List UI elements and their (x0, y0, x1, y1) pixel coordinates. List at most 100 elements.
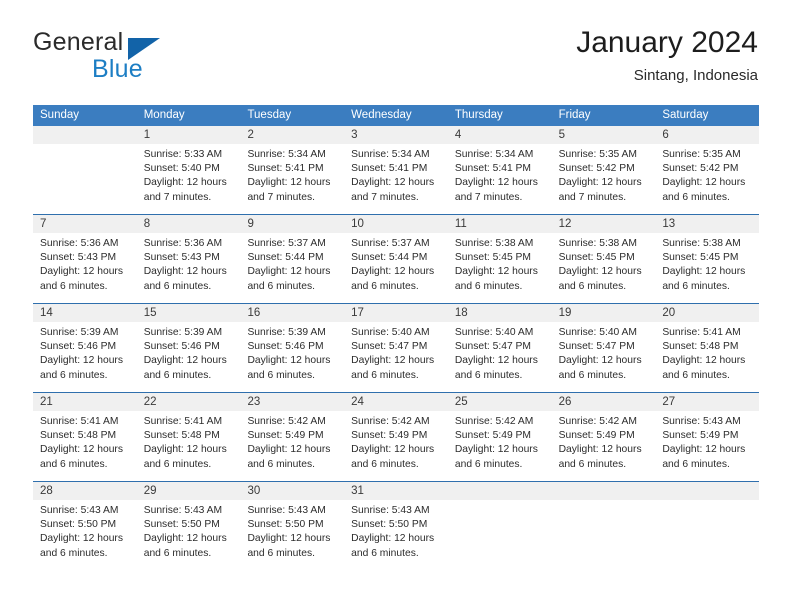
daylight-line-1: Daylight: 12 hours (351, 444, 435, 456)
day-info: Sunrise: 5:38 AM Sunset: 5:45 PM Dayligh… (552, 233, 656, 294)
sunrise-line: Sunrise: 5:38 AM (454, 238, 534, 249)
sunrise-line: Sunrise: 5:43 AM (143, 505, 223, 516)
daylight-line-2: and 6 minutes. (454, 458, 523, 470)
day-cell[interactable]: 9 Sunrise: 5:37 AM Sunset: 5:44 PM Dayli… (240, 215, 345, 303)
sunset-line: Sunset: 5:50 PM (247, 519, 324, 531)
day-cell[interactable]: 4 Sunrise: 5:34 AM Sunset: 5:41 PM Dayli… (447, 126, 552, 214)
day-number: 3 (344, 126, 448, 144)
day-info: Sunrise: 5:40 AM Sunset: 5:47 PM Dayligh… (344, 322, 448, 383)
daylight-line-2: and 6 minutes. (351, 547, 419, 559)
day-cell[interactable]: 23 Sunrise: 5:42 AM Sunset: 5:49 PM Dayl… (240, 393, 345, 481)
day-cell[interactable]: 29 Sunrise: 5:43 AM Sunset: 5:50 PM Dayl… (136, 482, 241, 570)
daylight-line-1: Daylight: 12 hours (558, 355, 642, 367)
day-cell[interactable]: 18 Sunrise: 5:40 AM Sunset: 5:47 PM Dayl… (447, 304, 552, 392)
day-cell[interactable]: 16 Sunrise: 5:39 AM Sunset: 5:46 PM Dayl… (240, 304, 345, 392)
sunrise-line: Sunrise: 5:36 AM (143, 238, 223, 249)
general-blue-logo: General Blue (33, 28, 233, 90)
sunset-line: Sunset: 5:50 PM (143, 519, 220, 531)
sunset-line: Sunset: 5:45 PM (558, 252, 635, 264)
sunset-line: Sunset: 5:41 PM (247, 163, 324, 175)
day-cell[interactable]: 25 Sunrise: 5:42 AM Sunset: 5:49 PM Dayl… (447, 393, 552, 481)
day-cell[interactable] (655, 482, 760, 570)
day-cell[interactable]: 21 Sunrise: 5:41 AM Sunset: 5:48 PM Dayl… (33, 393, 137, 481)
daylight-line-1: Daylight: 12 hours (143, 266, 227, 278)
daylight-line-1: Daylight: 12 hours (454, 177, 538, 189)
sunset-line: Sunset: 5:48 PM (662, 341, 739, 353)
daylight-line-1: Daylight: 12 hours (351, 266, 435, 278)
daylight-line-1: Daylight: 12 hours (454, 266, 538, 278)
day-number: 22 (136, 393, 241, 411)
day-number: 7 (33, 215, 137, 233)
daylight-line-1: Daylight: 12 hours (454, 444, 538, 456)
day-cell[interactable]: 26 Sunrise: 5:42 AM Sunset: 5:49 PM Dayl… (551, 393, 656, 481)
day-cell[interactable]: 31 Sunrise: 5:43 AM Sunset: 5:50 PM Dayl… (344, 482, 448, 570)
day-info: Sunrise: 5:33 AM Sunset: 5:40 PM Dayligh… (137, 144, 241, 205)
day-cell[interactable]: 24 Sunrise: 5:42 AM Sunset: 5:49 PM Dayl… (344, 393, 448, 481)
daylight-line-2: and 6 minutes. (662, 458, 730, 470)
day-cell[interactable]: 30 Sunrise: 5:43 AM Sunset: 5:50 PM Dayl… (240, 482, 345, 570)
day-info: Sunrise: 5:41 AM Sunset: 5:48 PM Dayligh… (655, 322, 759, 383)
day-cell[interactable]: 15 Sunrise: 5:39 AM Sunset: 5:46 PM Dayl… (136, 304, 241, 392)
sunrise-line: Sunrise: 5:39 AM (40, 327, 119, 338)
calendar-week-row: 7 Sunrise: 5:36 AM Sunset: 5:43 PM Dayli… (33, 214, 760, 303)
daylight-line-1: Daylight: 12 hours (40, 533, 123, 545)
day-cell[interactable]: 10 Sunrise: 5:37 AM Sunset: 5:44 PM Dayl… (344, 215, 448, 303)
sunrise-line: Sunrise: 5:39 AM (143, 327, 223, 338)
sunrise-line: Sunrise: 5:42 AM (454, 416, 534, 427)
day-cell[interactable]: 5 Sunrise: 5:35 AM Sunset: 5:42 PM Dayli… (551, 126, 656, 214)
day-cell[interactable]: 12 Sunrise: 5:38 AM Sunset: 5:45 PM Dayl… (551, 215, 656, 303)
day-cell[interactable]: 17 Sunrise: 5:40 AM Sunset: 5:47 PM Dayl… (344, 304, 448, 392)
day-info: Sunrise: 5:39 AM Sunset: 5:46 PM Dayligh… (33, 322, 137, 383)
day-cell[interactable]: 22 Sunrise: 5:41 AM Sunset: 5:48 PM Dayl… (136, 393, 241, 481)
day-cell[interactable]: 27 Sunrise: 5:43 AM Sunset: 5:49 PM Dayl… (655, 393, 760, 481)
daylight-line-1: Daylight: 12 hours (143, 533, 227, 545)
day-number: 18 (447, 304, 552, 322)
day-cell[interactable]: 3 Sunrise: 5:34 AM Sunset: 5:41 PM Dayli… (344, 126, 448, 214)
day-cell[interactable]: 19 Sunrise: 5:40 AM Sunset: 5:47 PM Dayl… (551, 304, 656, 392)
weekday-saturday: Saturday (662, 109, 709, 121)
day-info: Sunrise: 5:39 AM Sunset: 5:46 PM Dayligh… (240, 322, 344, 383)
day-number: 23 (240, 393, 345, 411)
day-number: 2 (240, 126, 345, 144)
sunrise-line: Sunrise: 5:42 AM (558, 416, 638, 427)
sunrise-line: Sunrise: 5:40 AM (558, 327, 638, 338)
day-cell[interactable]: 7 Sunrise: 5:36 AM Sunset: 5:43 PM Dayli… (33, 215, 137, 303)
day-info: Sunrise: 5:43 AM Sunset: 5:49 PM Dayligh… (655, 411, 759, 472)
sunset-line: Sunset: 5:46 PM (247, 341, 324, 353)
day-number: 31 (344, 482, 448, 500)
day-cell[interactable]: 13 Sunrise: 5:38 AM Sunset: 5:45 PM Dayl… (655, 215, 760, 303)
sunset-line: Sunset: 5:43 PM (40, 252, 117, 264)
day-cell[interactable] (33, 126, 137, 214)
day-number (33, 126, 137, 144)
day-info: Sunrise: 5:40 AM Sunset: 5:47 PM Dayligh… (552, 322, 656, 383)
day-number: 30 (240, 482, 345, 500)
day-cell[interactable]: 11 Sunrise: 5:38 AM Sunset: 5:45 PM Dayl… (447, 215, 552, 303)
daylight-line-2: and 6 minutes. (454, 280, 523, 292)
day-number: 10 (344, 215, 448, 233)
day-cell[interactable]: 14 Sunrise: 5:39 AM Sunset: 5:46 PM Dayl… (33, 304, 137, 392)
day-info: Sunrise: 5:42 AM Sunset: 5:49 PM Dayligh… (552, 411, 656, 472)
day-cell[interactable]: 20 Sunrise: 5:41 AM Sunset: 5:48 PM Dayl… (655, 304, 760, 392)
daylight-line-1: Daylight: 12 hours (662, 266, 746, 278)
calendar-grid: Sunday Monday Tuesday Wednesday Thursday… (33, 105, 760, 570)
day-cell[interactable]: 8 Sunrise: 5:36 AM Sunset: 5:43 PM Dayli… (136, 215, 241, 303)
day-cell[interactable] (551, 482, 656, 570)
day-info: Sunrise: 5:42 AM Sunset: 5:49 PM Dayligh… (448, 411, 552, 472)
sunrise-line: Sunrise: 5:36 AM (40, 238, 119, 249)
day-info (448, 500, 552, 504)
calendar-week-row: 21 Sunrise: 5:41 AM Sunset: 5:48 PM Dayl… (33, 392, 760, 481)
daylight-line-1: Daylight: 12 hours (558, 444, 642, 456)
day-cell[interactable]: 1 Sunrise: 5:33 AM Sunset: 5:40 PM Dayli… (136, 126, 241, 214)
day-cell[interactable] (447, 482, 552, 570)
daylight-line-1: Daylight: 12 hours (662, 444, 746, 456)
daylight-line-1: Daylight: 12 hours (143, 177, 227, 189)
weekday-friday: Friday (558, 109, 591, 121)
day-cell[interactable]: 2 Sunrise: 5:34 AM Sunset: 5:41 PM Dayli… (240, 126, 345, 214)
day-cell[interactable]: 6 Sunrise: 5:35 AM Sunset: 5:42 PM Dayli… (655, 126, 760, 214)
day-number: 6 (655, 126, 760, 144)
daylight-line-1: Daylight: 12 hours (40, 266, 123, 278)
day-cell[interactable]: 28 Sunrise: 5:43 AM Sunset: 5:50 PM Dayl… (33, 482, 137, 570)
day-info: Sunrise: 5:36 AM Sunset: 5:43 PM Dayligh… (137, 233, 241, 294)
daylight-line-1: Daylight: 12 hours (351, 355, 435, 367)
sunrise-line: Sunrise: 5:41 AM (662, 327, 741, 338)
